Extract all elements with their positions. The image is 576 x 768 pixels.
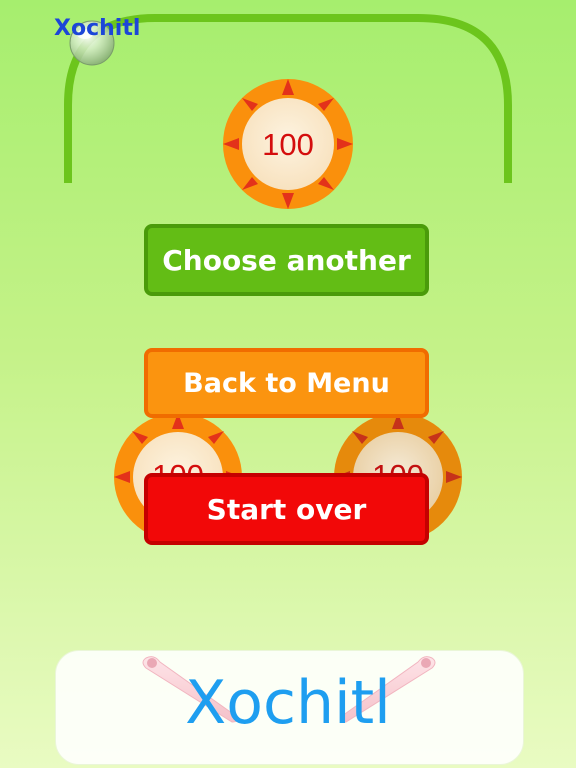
banner-flippers bbox=[142, 656, 436, 723]
banner-player-name: Xochitl bbox=[185, 668, 391, 738]
